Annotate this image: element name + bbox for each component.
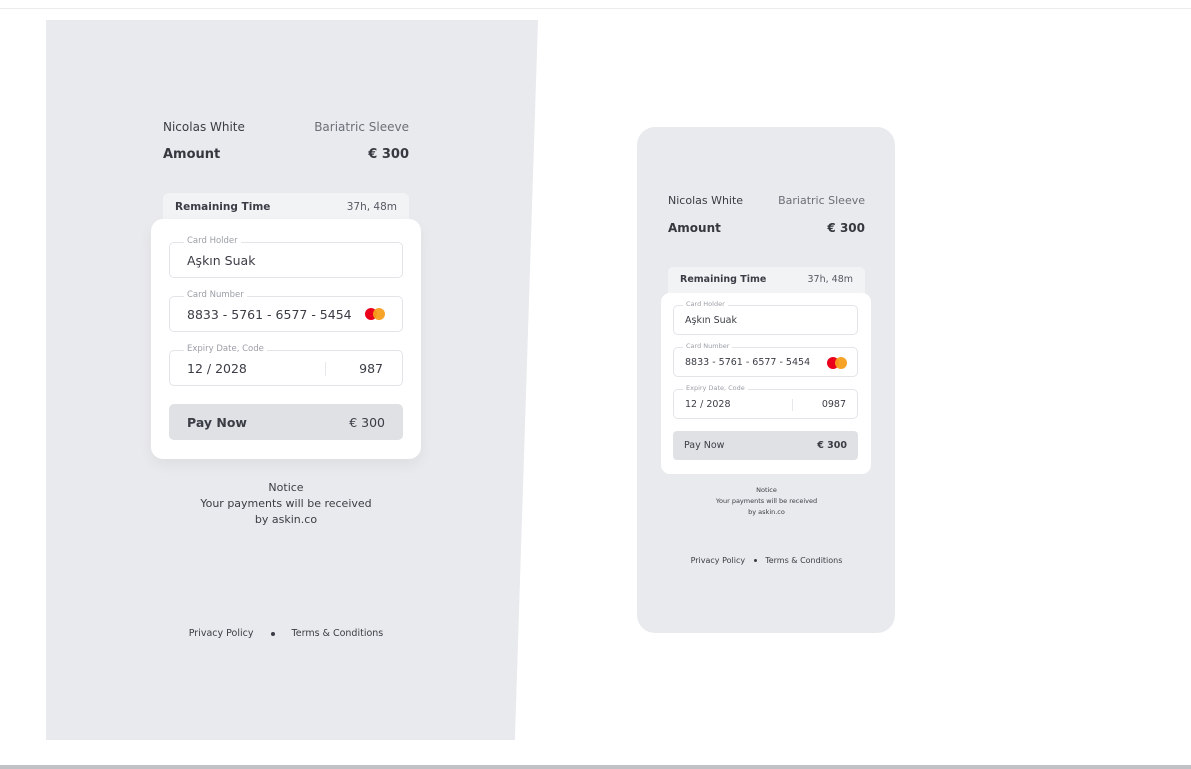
remaining-time-value: 37h, 48m <box>807 274 854 285</box>
pay-now-amount: € 300 <box>349 414 385 430</box>
payment-card-form: Card Holder Aşkın Suak Card Number 8833 … <box>661 293 871 474</box>
expiry-code-label: Expiry Date, Code <box>184 344 267 354</box>
notice-line: Your payments will be received <box>200 497 372 510</box>
pay-now-button[interactable]: Pay Now € 300 <box>169 404 403 440</box>
amount-value: € 300 <box>827 221 865 235</box>
remaining-time-value: 37h, 48m <box>346 201 397 213</box>
card-number-field[interactable]: Card Number 8833 - 5761 - 6577 - 5454 <box>169 290 403 332</box>
amount-label: Amount <box>163 147 221 162</box>
customer-name: Nicolas White <box>668 194 744 207</box>
notice-line: Your payments will be received <box>715 497 818 505</box>
expiry-date-value: 12 / 2028 <box>187 361 247 376</box>
bullet-separator <box>753 559 757 562</box>
mastercard-icon <box>365 308 385 320</box>
terms-link[interactable]: Terms & Conditions <box>292 628 384 639</box>
card-holder-label: Card Holder <box>184 236 241 246</box>
bullet-separator <box>270 631 275 636</box>
card-number-label: Card Number <box>184 290 247 300</box>
footer-links: Privacy Policy Terms & Conditions <box>163 628 409 639</box>
pay-now-label: Pay Now <box>187 414 247 430</box>
notice-line: by askin.co <box>748 508 785 516</box>
service-name: Bariatric Sleeve <box>778 194 865 207</box>
remaining-time-label: Remaining Time <box>175 201 271 213</box>
card-holder-field[interactable]: Card Holder Aşkın Suak <box>169 236 403 278</box>
field-separator <box>792 399 793 411</box>
top-divider <box>0 8 1191 9</box>
notice-line: by askin.co <box>254 513 318 526</box>
privacy-policy-link[interactable]: Privacy Policy <box>691 556 746 565</box>
expiry-code-label: Expiry Date, Code <box>683 384 748 392</box>
card-number-label: Card Number <box>683 342 733 350</box>
card-holder-field[interactable]: Card Holder Aşkın Suak <box>673 300 858 335</box>
service-name: Bariatric Sleeve <box>314 120 409 134</box>
mastercard-icon <box>827 357 847 369</box>
field-separator <box>325 362 326 376</box>
notice-title: Notice <box>268 481 304 494</box>
pay-now-label: Pay Now <box>684 440 725 451</box>
notice-block: Notice Your payments will be received by… <box>668 485 865 518</box>
amount-row: Amount € 300 <box>163 147 409 162</box>
card-holder-label: Card Holder <box>683 300 728 308</box>
terms-link[interactable]: Terms & Conditions <box>765 556 842 565</box>
bottom-divider <box>0 765 1191 769</box>
amount-label: Amount <box>668 221 721 235</box>
expiry-code-field[interactable]: Expiry Date, Code 12 / 2028 0987 <box>673 384 858 419</box>
card-holder-value: Aşkın Suak <box>685 315 738 326</box>
customer-row: Nicolas White Bariatric Sleeve <box>163 120 409 134</box>
footer-links: Privacy Policy Terms & Conditions <box>668 556 865 565</box>
security-code-value: 0987 <box>821 399 846 410</box>
pay-now-button[interactable]: Pay Now € 300 <box>673 431 858 460</box>
amount-value: € 300 <box>368 147 409 162</box>
privacy-policy-link[interactable]: Privacy Policy <box>189 628 254 639</box>
security-code-value: 987 <box>359 361 383 376</box>
pay-now-amount: € 300 <box>817 440 847 451</box>
remaining-time-label: Remaining Time <box>680 274 767 285</box>
customer-row: Nicolas White Bariatric Sleeve <box>668 194 865 207</box>
card-number-field[interactable]: Card Number 8833 - 5761 - 6577 - 5454 <box>673 342 858 377</box>
payment-panel-small: Nicolas White Bariatric Sleeve Amount € … <box>637 127 895 633</box>
expiry-code-field[interactable]: Expiry Date, Code 12 / 2028 987 <box>169 344 403 386</box>
notice-title: Notice <box>756 486 777 494</box>
customer-name: Nicolas White <box>163 120 245 134</box>
card-number-value: 8833 - 5761 - 6577 - 5454 <box>187 307 352 322</box>
expiry-date-value: 12 / 2028 <box>685 399 731 410</box>
payment-card-form: Card Holder Aşkın Suak Card Number 8833 … <box>151 219 421 459</box>
amount-row: Amount € 300 <box>668 221 865 235</box>
remaining-time-bar: Remaining Time 37h, 48m <box>668 267 865 295</box>
notice-block: Notice Your payments will be received by… <box>163 480 409 528</box>
card-holder-value: Aşkın Suak <box>187 253 256 268</box>
card-number-value: 8833 - 5761 - 6577 - 5454 <box>685 357 811 368</box>
